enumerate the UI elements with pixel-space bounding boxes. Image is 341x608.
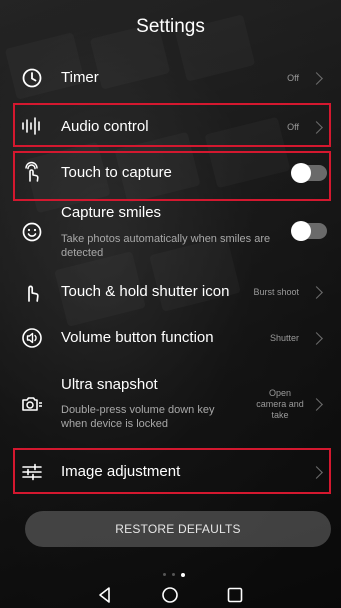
settings-row-volume-button[interactable]: Volume button function Shutter [0, 318, 341, 358]
chevron-right-icon [310, 121, 323, 134]
audio-wave-icon [20, 114, 44, 138]
toggle-knob [291, 221, 311, 241]
row-value: Open camera and take [256, 388, 304, 420]
touch-hand-icon [20, 160, 44, 184]
chevron-right-icon [310, 398, 323, 411]
settings-row-timer[interactable]: Timer Off [0, 60, 341, 96]
capture-smiles-toggle[interactable] [291, 221, 327, 241]
settings-row-capture-smiles[interactable]: Capture smiles Take photos automatically… [0, 201, 341, 263]
smile-icon [20, 220, 44, 244]
row-value: Shutter [269, 333, 299, 343]
row-value: Off [287, 73, 299, 83]
page-dot [172, 573, 175, 576]
page-title: Settings [136, 16, 205, 37]
home-icon[interactable] [159, 584, 181, 606]
system-nav-bar [0, 582, 341, 608]
settings-row-touch-hold-shutter[interactable]: Touch & hold shutter icon Burst shoot [0, 272, 341, 312]
row-label: Timer [61, 69, 99, 86]
sliders-icon [20, 460, 44, 484]
volume-icon [20, 326, 44, 350]
chevron-right-icon [310, 72, 323, 85]
row-value: Burst shoot [253, 287, 299, 297]
settings-row-audio-control[interactable]: Audio control Off [0, 106, 341, 146]
row-description: Take photos automatically when smiles ar… [61, 233, 271, 259]
settings-row-touch-to-capture[interactable]: Touch to capture [0, 153, 341, 193]
row-label: Image adjustment [61, 463, 181, 480]
chevron-right-icon [310, 332, 323, 345]
settings-screen: Settings Timer Off Audio control Off Tou… [0, 0, 341, 608]
clock-icon [20, 66, 44, 90]
back-icon[interactable] [94, 584, 116, 606]
restore-defaults-button[interactable]: RESTORE DEFAULTS [25, 511, 331, 547]
chevron-right-icon [310, 286, 323, 299]
touch-to-capture-toggle[interactable] [291, 163, 327, 183]
toggle-knob [291, 163, 311, 183]
row-description: Double-press volume down key when device… [61, 404, 215, 430]
row-label: Ultra snapshot [61, 376, 158, 393]
row-label: Audio control [61, 118, 149, 135]
page-dot [163, 573, 166, 576]
page-dot-active [181, 572, 185, 577]
settings-row-image-adjustment[interactable]: Image adjustment [0, 452, 341, 492]
row-value: Off [287, 122, 299, 132]
recents-icon[interactable] [224, 584, 246, 606]
page-indicator [0, 572, 341, 579]
row-label: Touch & hold shutter icon [61, 283, 230, 300]
row-label: Volume button function [61, 329, 214, 346]
row-label: Touch to capture [61, 164, 172, 181]
ultra-snapshot-icon [20, 392, 44, 416]
row-label: Capture smiles [61, 204, 162, 221]
settings-row-ultra-snapshot[interactable]: Ultra snapshot Double-press volume down … [0, 372, 341, 436]
touch-hold-icon [20, 280, 44, 304]
chevron-right-icon [310, 466, 323, 479]
